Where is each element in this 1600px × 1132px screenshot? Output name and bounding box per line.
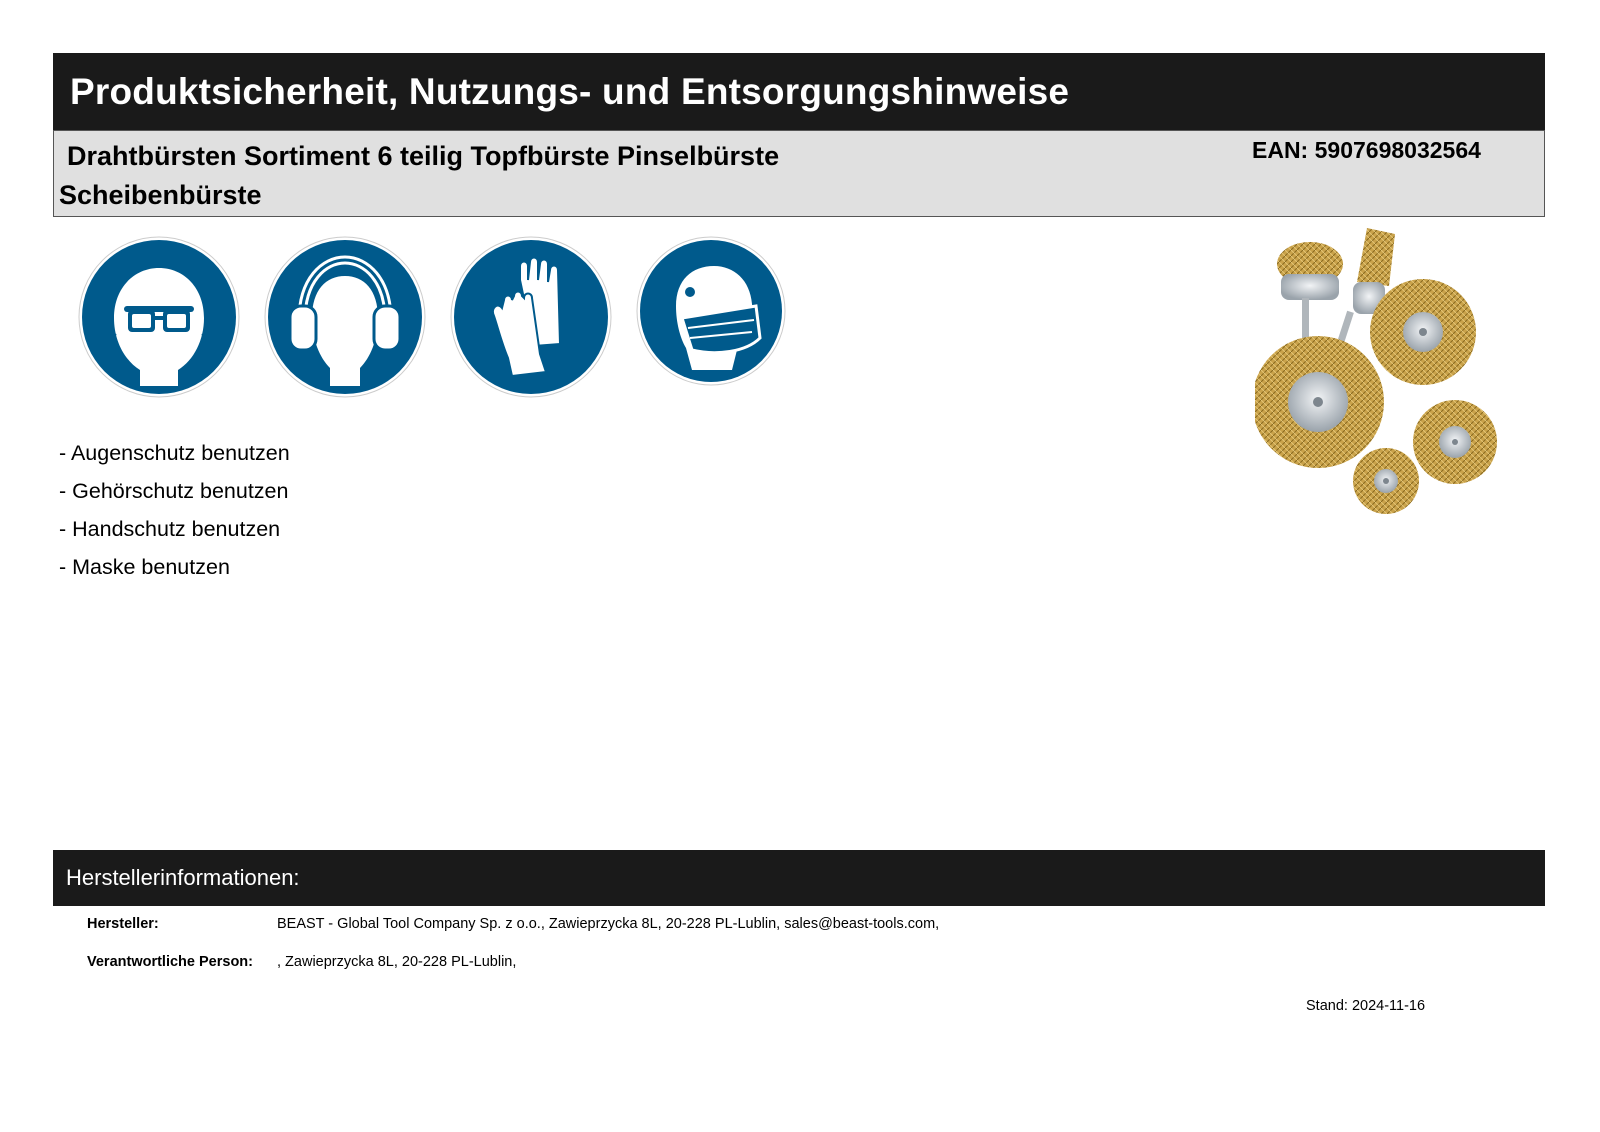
hint-eye-protection: - Augenschutz benutzen bbox=[59, 441, 290, 465]
manufacturer-label: Hersteller: bbox=[87, 916, 159, 932]
eye-protection-icon bbox=[78, 236, 240, 398]
ean-code: EAN: 5907698032564 bbox=[1252, 137, 1481, 163]
hand-protection-icon bbox=[450, 236, 612, 398]
responsible-person-value: , Zawieprzycka 8L, 20-228 PL-Lublin, bbox=[277, 954, 517, 970]
ear-protection-icon bbox=[264, 236, 426, 398]
product-name: Drahtbürsten Sortiment 6 teilig Topfbürs… bbox=[59, 141, 780, 210]
manufacturer-header: Herstellerinformationen: bbox=[53, 850, 1545, 906]
manufacturer-title: Herstellerinformationen: bbox=[66, 865, 300, 890]
stand-date: Stand: 2024-11-16 bbox=[1306, 998, 1426, 1014]
manufacturer-value: BEAST - Global Tool Company Sp. z o.o., … bbox=[277, 916, 940, 932]
responsible-person-label: Verantwortliche Person: bbox=[87, 954, 253, 970]
product-bar: Drahtbürsten Sortiment 6 teilig Topfbürs… bbox=[53, 130, 1545, 217]
safety-hints-list: - Augenschutz benutzen - Gehörschutz ben… bbox=[59, 434, 290, 586]
hint-hand-protection: - Handschutz benutzen bbox=[59, 517, 281, 541]
product-image bbox=[1255, 228, 1497, 514]
hint-ear-protection: - Gehörschutz benutzen bbox=[59, 479, 289, 503]
title-bar: Produktsicherheit, Nutzungs- und Entsorg… bbox=[53, 53, 1545, 130]
mask-icon bbox=[636, 236, 786, 386]
page-title: Produktsicherheit, Nutzungs- und Entsorg… bbox=[70, 70, 1070, 112]
hint-mask: - Maske benutzen bbox=[59, 555, 230, 579]
